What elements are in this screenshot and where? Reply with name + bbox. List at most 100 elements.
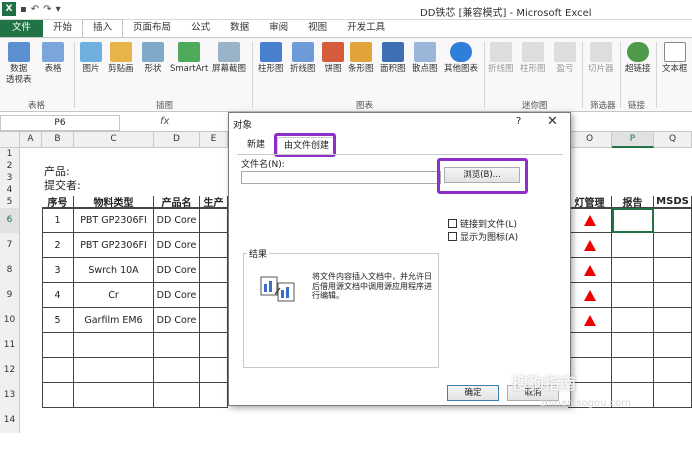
selected-cell-p6[interactable] [612, 208, 654, 233]
select-all-corner[interactable] [0, 132, 20, 148]
tab-formulas[interactable]: 公式 [181, 20, 220, 37]
table-cell-production[interactable] [200, 258, 228, 283]
table-cell-report[interactable] [612, 233, 654, 258]
table-cell-report[interactable] [612, 283, 654, 308]
table-cell-product[interactable]: DD Core [154, 208, 200, 233]
line-chart-button[interactable]: 折线图 [290, 42, 316, 75]
table-cell-lamp[interactable] [568, 308, 612, 333]
table-cell-seq[interactable] [42, 333, 74, 358]
tab-view[interactable]: 视图 [298, 20, 337, 37]
pie-chart-button[interactable]: 饼图 [322, 42, 344, 75]
table-cell-product[interactable] [154, 358, 200, 383]
table-cell-material[interactable]: Swrch 10A [74, 258, 154, 283]
table-cell-seq[interactable] [42, 358, 74, 383]
table-cell-report[interactable] [612, 358, 654, 383]
tab-create-new[interactable]: 新建 [241, 137, 271, 155]
ok-button[interactable]: 确定 [447, 385, 499, 401]
table-header-cell[interactable]: 报告 [612, 196, 654, 209]
table-cell-product[interactable]: DD Core [154, 308, 200, 333]
bar-chart-button[interactable]: 条形图 [348, 42, 374, 75]
row-header-4[interactable]: 4 [0, 184, 20, 196]
row-header-6[interactable]: 6 [0, 208, 20, 233]
area-chart-button[interactable]: 面积图 [380, 42, 406, 75]
column-header-c[interactable]: C [74, 132, 154, 148]
table-cell-product[interactable]: DD Core [154, 283, 200, 308]
smartart-button[interactable]: SmartArt [170, 42, 208, 75]
column-header-p[interactable]: P [612, 132, 654, 148]
table-cell-product[interactable] [154, 383, 200, 408]
table-cell-seq[interactable]: 5 [42, 308, 74, 333]
undo-icon[interactable]: ↶ [31, 4, 39, 15]
pivot-table-button[interactable]: 数据 透视表 [6, 42, 32, 86]
table-cell-report[interactable] [612, 258, 654, 283]
column-header-e[interactable]: E [200, 132, 228, 148]
table-cell-production[interactable] [200, 233, 228, 258]
row-header-2[interactable]: 2 [0, 160, 20, 172]
table-cell-material[interactable]: Garfilm EM6 [74, 308, 154, 333]
sparkline-winloss-button[interactable]: 盈亏 [554, 42, 576, 75]
column-header-d[interactable]: D [154, 132, 200, 148]
table-cell-seq[interactable]: 1 [42, 208, 74, 233]
table-cell-lamp[interactable] [568, 283, 612, 308]
table-cell-production[interactable] [200, 358, 228, 383]
sparkline-line-button[interactable]: 折线图 [488, 42, 514, 75]
row-header-12[interactable]: 12 [0, 358, 20, 383]
textbox-button[interactable]: 文本框 [662, 42, 688, 75]
table-cell-material[interactable] [74, 383, 154, 408]
table-button[interactable]: 表格 [42, 42, 64, 75]
tab-home[interactable]: 开始 [43, 20, 82, 37]
table-cell-msds[interactable] [654, 383, 692, 408]
row-header-10[interactable]: 10 [0, 308, 20, 333]
slicer-button[interactable]: 切片器 [588, 42, 614, 75]
table-cell-msds[interactable] [654, 258, 692, 283]
table-header-cell[interactable]: MSDS [654, 196, 692, 208]
table-cell-production[interactable] [200, 383, 228, 408]
row-header-8[interactable]: 8 [0, 258, 20, 283]
table-cell-seq[interactable]: 3 [42, 258, 74, 283]
column-header-b[interactable]: B [42, 132, 74, 148]
column-header-q[interactable]: Q [654, 132, 692, 148]
help-icon[interactable]: ? [516, 116, 521, 127]
other-charts-button[interactable]: 其他图表 [444, 42, 478, 75]
tab-file[interactable]: 文件 [0, 20, 44, 37]
table-cell-material[interactable] [74, 358, 154, 383]
hyperlink-button[interactable]: 超链接 [625, 42, 651, 75]
shapes-button[interactable]: 形状 [142, 42, 164, 75]
close-icon[interactable]: ✕ [547, 114, 558, 129]
screenshot-button[interactable]: 屏幕截图 [212, 42, 246, 75]
table-header-cell[interactable]: 序号 [42, 196, 74, 209]
link-to-file-checkbox[interactable]: 链接到文件(L) [448, 217, 517, 230]
table-cell-msds[interactable] [654, 308, 692, 333]
row-header-1[interactable]: 1 [0, 148, 20, 160]
table-cell-report[interactable] [612, 308, 654, 333]
column-header-a[interactable]: A [20, 132, 42, 148]
table-header-cell[interactable]: 灯管理 [568, 196, 612, 209]
tab-page-layout[interactable]: 页面布局 [123, 20, 181, 37]
table-cell-msds[interactable] [654, 208, 692, 233]
row-header-3[interactable]: 3 [0, 172, 20, 184]
name-box[interactable]: P6 [0, 115, 120, 131]
table-cell-msds[interactable] [654, 283, 692, 308]
table-cell-material[interactable]: PBT GP2306FI [74, 233, 154, 258]
scatter-chart-button[interactable]: 散点图 [412, 42, 438, 75]
tab-developer[interactable]: 开发工具 [337, 20, 395, 37]
table-cell-product[interactable]: DD Core [154, 233, 200, 258]
table-cell-material[interactable]: PBT GP2306FI [74, 208, 154, 233]
table-cell-seq[interactable] [42, 383, 74, 408]
filename-input[interactable] [241, 171, 441, 184]
row-header-11[interactable]: 11 [0, 333, 20, 358]
clipart-button[interactable]: 剪贴画 [108, 42, 134, 75]
table-cell-product[interactable] [154, 333, 200, 358]
column-chart-button[interactable]: 柱形图 [258, 42, 284, 75]
table-cell-lamp[interactable] [568, 208, 612, 233]
save-icon[interactable]: ▪ [20, 4, 27, 15]
table-cell-lamp[interactable] [568, 258, 612, 283]
table-cell-lamp[interactable] [568, 233, 612, 258]
redo-icon[interactable]: ↷ [43, 4, 51, 15]
row-header-13[interactable]: 13 [0, 383, 20, 408]
table-cell-msds[interactable] [654, 358, 692, 383]
column-header-o[interactable]: O [568, 132, 612, 148]
fx-icon[interactable]: fx [160, 116, 169, 127]
table-cell-production[interactable] [200, 208, 228, 233]
customize-icon[interactable]: ▾ [56, 4, 61, 15]
